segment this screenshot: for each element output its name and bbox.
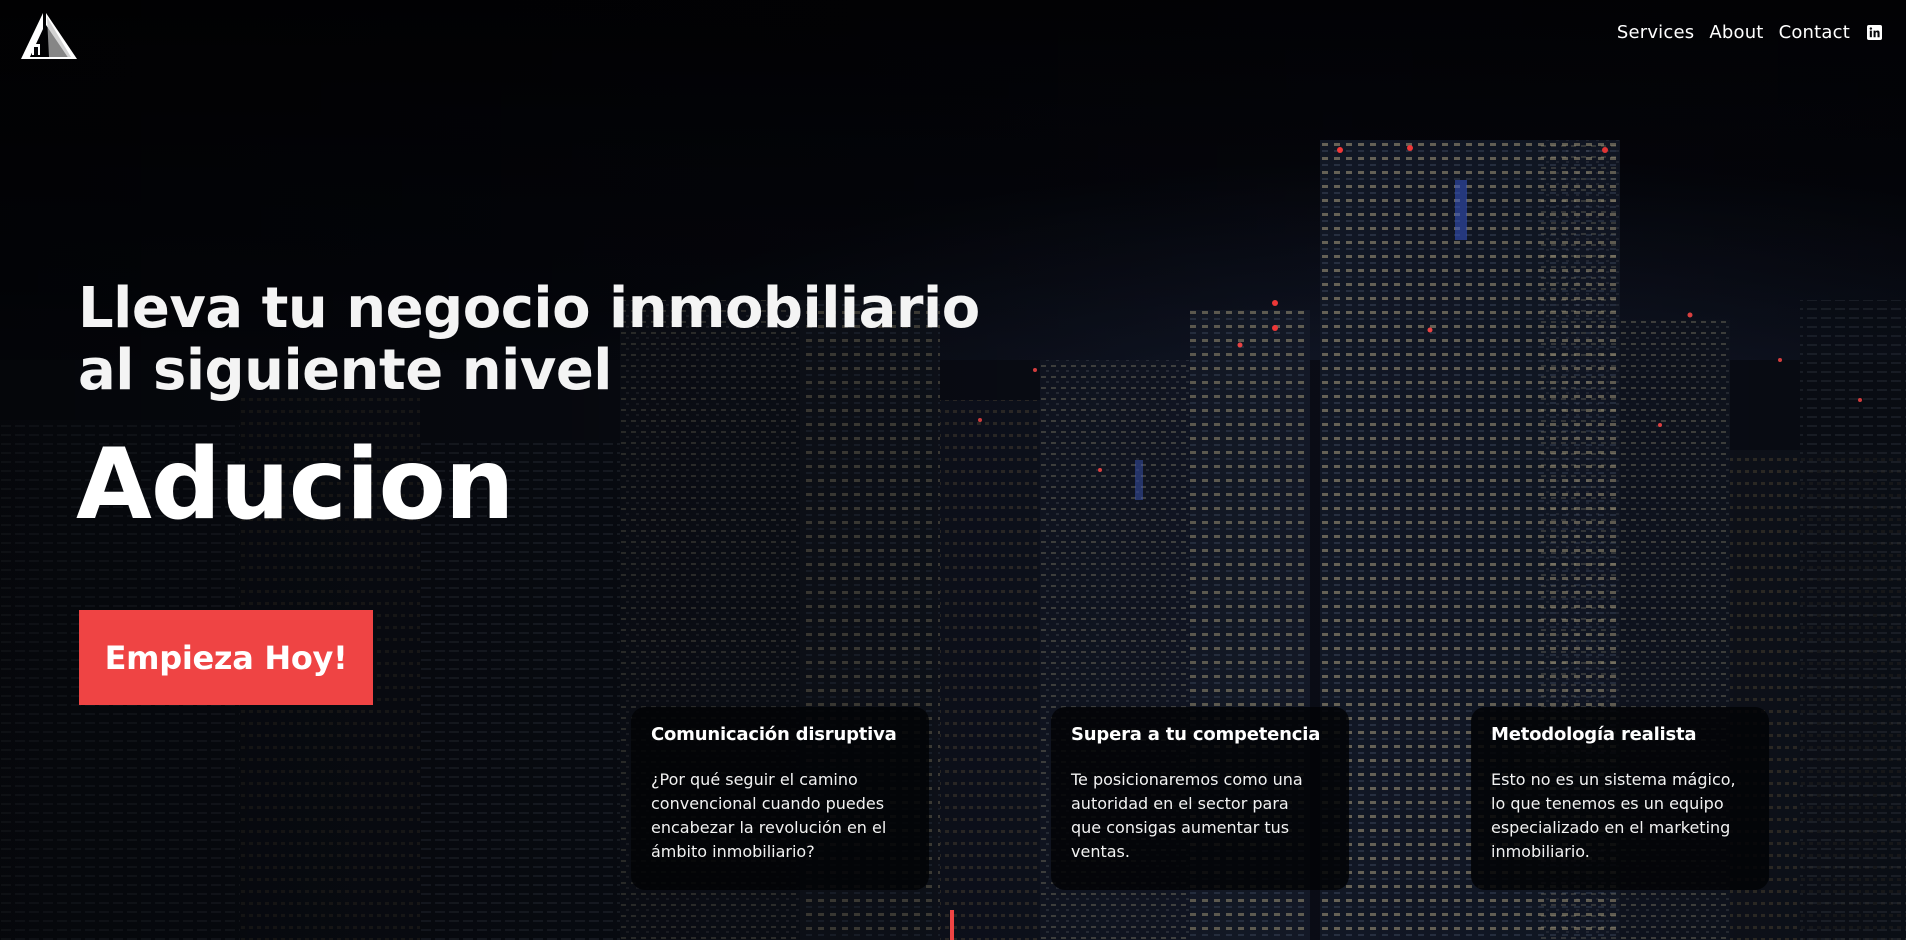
feature-card-line: ¿Por qué seguir el camino	[651, 770, 858, 789]
feature-card-text: Esto no es un sistema mágico, lo que ten…	[1491, 768, 1749, 864]
feature-card-title: Comunicación disruptiva	[651, 724, 897, 745]
feature-card-text: Te posicionaremos como una autoridad en …	[1071, 768, 1329, 864]
feature-card-line: Esto no es un sistema mágico,	[1491, 770, 1736, 789]
feature-card-line: ventas.	[1071, 842, 1130, 861]
feature-card-line: Te posicionaremos como una	[1071, 770, 1303, 789]
feature-card-line: convencional cuando puedes	[651, 794, 885, 813]
feature-card-text: ¿Por qué seguir el camino convencional c…	[651, 768, 909, 864]
main-nav: Services About Contact	[1617, 22, 1882, 43]
house-triangle-logo[interactable]	[19, 11, 79, 61]
hero-headline-line2: al siguiente nivel	[78, 338, 613, 403]
brand-name: Aducion	[76, 428, 515, 542]
nav-about-link[interactable]: About	[1709, 22, 1763, 43]
scroll-indicator[interactable]	[950, 910, 954, 940]
landing-page: Services About Contact Lleva tu negocio …	[0, 0, 1906, 940]
hero-headline-line1: Lleva tu negocio inmobiliario	[78, 276, 980, 341]
feature-card-line: autoridad en el sector para	[1071, 794, 1289, 813]
start-today-button[interactable]: Empieza Hoy!	[79, 610, 373, 705]
feature-card-line: ámbito inmobiliario?	[651, 842, 815, 861]
nav-contact-link[interactable]: Contact	[1779, 22, 1850, 43]
feature-card: Supera a tu competencia Te posicionaremo…	[1051, 707, 1349, 890]
nav-services-link[interactable]: Services	[1617, 22, 1695, 43]
feature-card-line: especializado en el marketing	[1491, 818, 1731, 837]
feature-card-title: Supera a tu competencia	[1071, 724, 1321, 745]
feature-card: Metodología realista Esto no es un siste…	[1471, 707, 1769, 890]
feature-card: Comunicación disruptiva ¿Por qué seguir …	[631, 707, 929, 890]
hero-headline: Lleva tu negocio inmobiliario al siguient…	[78, 278, 1038, 402]
feature-card-line: encabezar la revolución en el	[651, 818, 887, 837]
feature-card-line: lo que tenemos es un equipo	[1491, 794, 1724, 813]
feature-card-title: Metodología realista	[1491, 724, 1697, 745]
linkedin-icon[interactable]	[1867, 25, 1882, 40]
feature-card-line: inmobiliario.	[1491, 842, 1590, 861]
feature-card-line: que consigas aumentar tus	[1071, 818, 1290, 837]
